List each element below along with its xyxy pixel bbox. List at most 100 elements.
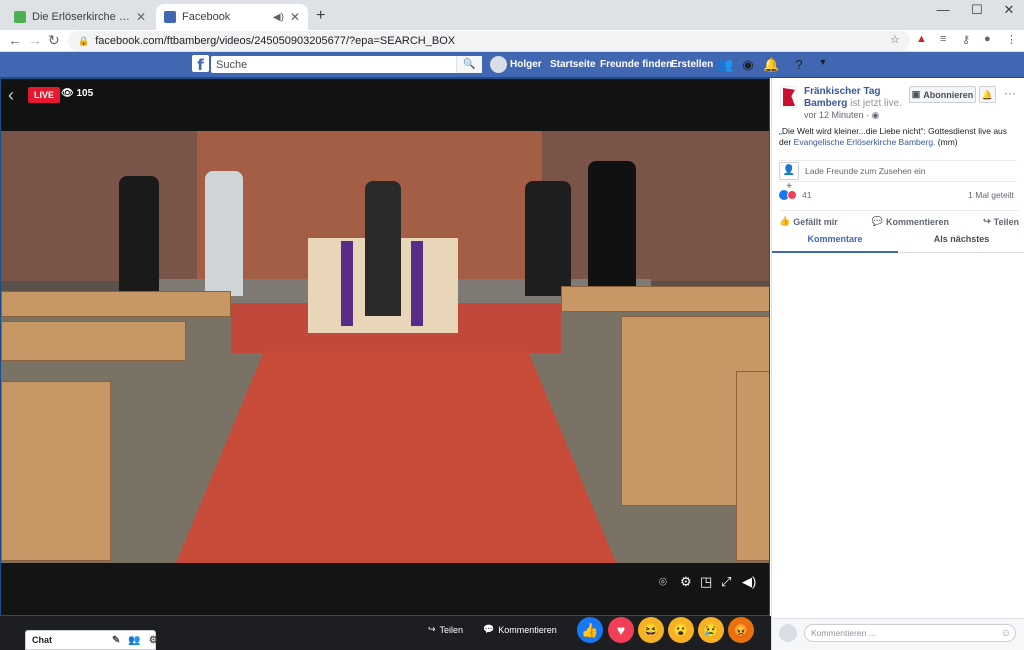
search-input[interactable]: Suche 🔍 <box>211 56 482 73</box>
person-figure <box>588 161 636 286</box>
pdf-extension-icon[interactable]: ▲ <box>916 33 927 45</box>
new-tab-icon[interactable]: + <box>316 7 325 25</box>
video-bottom-band <box>1 563 769 615</box>
volume-icon[interactable]: ◀) <box>742 574 756 590</box>
haha-reaction-button-icon[interactable]: 😆 <box>638 617 664 643</box>
viewer-count-value: 105 <box>76 88 94 99</box>
group-icon[interactable]: 👥 <box>128 635 140 646</box>
post-header: Fränkischer Tag Bamberg ist jetzt live. <box>804 86 909 110</box>
back-chevron-icon[interactable]: ‹ <box>8 85 14 106</box>
video-player[interactable]: ‹ LIVE 👁 105 ⌾ ⚙ ◳ ⤢ ◀) <box>0 78 770 616</box>
tab-als-naechstes[interactable]: Als nächstes <box>898 230 1024 253</box>
facebook-logo-icon[interactable]: f <box>192 55 209 74</box>
search-placeholder: Suche <box>216 58 248 71</box>
video-share-label: Teilen <box>439 624 464 635</box>
thumbs-up-icon: 👍 <box>779 216 791 226</box>
subscribe-button[interactable]: ▣ Abonnieren <box>909 86 976 103</box>
star-icon[interactable]: ☆ <box>890 33 900 46</box>
back-icon[interactable]: ← <box>8 32 22 48</box>
key-icon[interactable]: ⚷ <box>962 33 970 46</box>
tab-kommentare[interactable]: Kommentare <box>772 230 898 253</box>
altar-cloth <box>341 241 353 326</box>
url-input[interactable]: 🔒 facebook.com/ftbamberg/videos/24505090… <box>68 31 910 51</box>
pew <box>1 321 186 361</box>
wow-reaction-button-icon[interactable]: 😮 <box>668 617 694 643</box>
video-comment-button[interactable]: 💬 Kommentieren <box>483 624 557 635</box>
share-button[interactable]: ↪ Teilen <box>983 216 1019 227</box>
chat-tab[interactable]: Chat ✎ 👥 ⚙ <box>25 630 158 650</box>
minimize-icon[interactable]: — <box>928 2 958 17</box>
invite-text: Lade Freunde zum Zusehen ein <box>805 166 926 176</box>
profile-icon[interactable]: ● <box>984 33 991 45</box>
live-badge: LIVE <box>28 87 61 103</box>
description-link[interactable]: Evangelische Erlöserkirche Bamberg. <box>794 137 936 147</box>
reload-icon[interactable]: ↻ <box>48 32 60 49</box>
viewer-count: 👁 105 <box>61 88 93 99</box>
post-description: „Die Welt wird kleiner...die Liebe nicht… <box>779 126 1019 148</box>
sad-reaction-button-icon[interactable]: 😢 <box>698 617 724 643</box>
comment-tabs: Kommentare Als nächstes <box>772 230 1024 253</box>
comment-input[interactable]: Kommentieren ... ☺ <box>804 624 1016 642</box>
url-text: facebook.com/ftbamberg/videos/2450509032… <box>95 35 456 47</box>
timestamp-text[interactable]: vor 12 Minuten <box>804 110 864 120</box>
messenger-icon[interactable]: ◉ <box>740 57 756 73</box>
person-figure <box>205 171 243 296</box>
post-sidebar: Fränkischer Tag Bamberg ist jetzt live. … <box>771 78 1024 650</box>
share-icon: ↪ <box>428 624 436 634</box>
nav-freunde-finden[interactable]: Freunde finden <box>600 59 672 70</box>
search-icon[interactable]: 🔍 <box>456 56 482 73</box>
like-label: Gefällt mir <box>793 216 838 227</box>
post-timestamp: vor 12 Minuten · ◉ <box>804 110 879 121</box>
picture-in-picture-icon[interactable]: ◳ <box>700 574 712 590</box>
chevron-down-icon[interactable]: ▼ <box>815 57 831 67</box>
globe-icon: · ◉ <box>866 110 880 120</box>
angry-reaction-button-icon[interactable]: 😡 <box>728 617 754 643</box>
post-status: ist jetzt live. <box>850 98 902 109</box>
fullscreen-icon[interactable]: ⤢ <box>721 574 731 590</box>
share-icon: ↪ <box>983 216 991 226</box>
invite-friends-row[interactable]: 👤+ Lade Freunde zum Zusehen ein <box>779 160 1017 192</box>
profile-link[interactable]: Holger <box>510 59 542 70</box>
help-icon[interactable]: ? <box>791 57 807 72</box>
close-icon[interactable]: ✕ <box>136 10 146 24</box>
maximize-icon[interactable]: ☐ <box>962 2 992 18</box>
nav-erstellen[interactable]: Erstellen <box>671 59 713 70</box>
captions-icon[interactable]: ⌾ <box>659 574 667 590</box>
settings-icon[interactable]: ⚙ <box>680 574 692 590</box>
forward-icon[interactable]: → <box>28 32 42 48</box>
love-reaction-icon <box>787 190 797 200</box>
avatar[interactable] <box>490 56 507 73</box>
person-figure <box>525 181 571 296</box>
window-close-icon[interactable]: ✕ <box>994 2 1024 18</box>
video-comment-label: Kommentieren <box>498 624 557 635</box>
edit-icon[interactable]: ✎ <box>112 635 120 646</box>
like-reaction-button-icon[interactable]: 👍 <box>577 617 603 643</box>
friends-icon[interactable]: 👥 <box>717 57 733 73</box>
reaction-count: 41 <box>802 190 812 200</box>
share-count[interactable]: 1 Mal geteilt <box>968 190 1014 200</box>
add-friend-icon[interactable]: 👤+ <box>779 162 799 192</box>
nav-startseite[interactable]: Startseite <box>550 59 596 70</box>
tab-facebook[interactable]: Facebook ◀) ✕ <box>156 4 308 30</box>
like-button[interactable]: 👍 Gefällt mir <box>779 216 838 227</box>
emoji-icon[interactable]: ☺ <box>1001 626 1011 642</box>
description-tail: (mm) <box>937 137 958 147</box>
speaker-icon[interactable]: ◀) <box>273 12 284 23</box>
chat-settings-icon[interactable]: ⚙ <box>149 635 158 646</box>
close-icon[interactable]: ✕ <box>290 10 300 24</box>
more-options-icon[interactable]: ··· <box>1004 86 1016 100</box>
video-share-button[interactable]: ↪ Teilen <box>428 624 463 635</box>
altar-cloth <box>411 241 423 326</box>
tab-erloeserkirche[interactable]: Die Erlöserkirche in Bamberg ist ✕ <box>6 4 154 30</box>
menu-icon[interactable]: ⋮ <box>1006 33 1017 46</box>
playlist-icon[interactable]: ≡ <box>940 33 946 45</box>
post-actions: 👍 Gefällt mir 💬 Kommentieren ↪ Teilen <box>779 210 1019 228</box>
notification-bell-icon[interactable]: 🔔 <box>979 86 996 103</box>
comment-button[interactable]: 💬 Kommentieren <box>872 216 949 227</box>
page-logo-icon[interactable] <box>780 86 797 108</box>
avatar <box>779 624 797 642</box>
reaction-summary[interactable]: 41 1 Mal geteilt <box>779 190 1019 202</box>
notifications-icon[interactable]: 🔔 <box>763 57 779 73</box>
love-reaction-button-icon[interactable]: ♥ <box>608 617 634 643</box>
pew <box>1 291 231 317</box>
